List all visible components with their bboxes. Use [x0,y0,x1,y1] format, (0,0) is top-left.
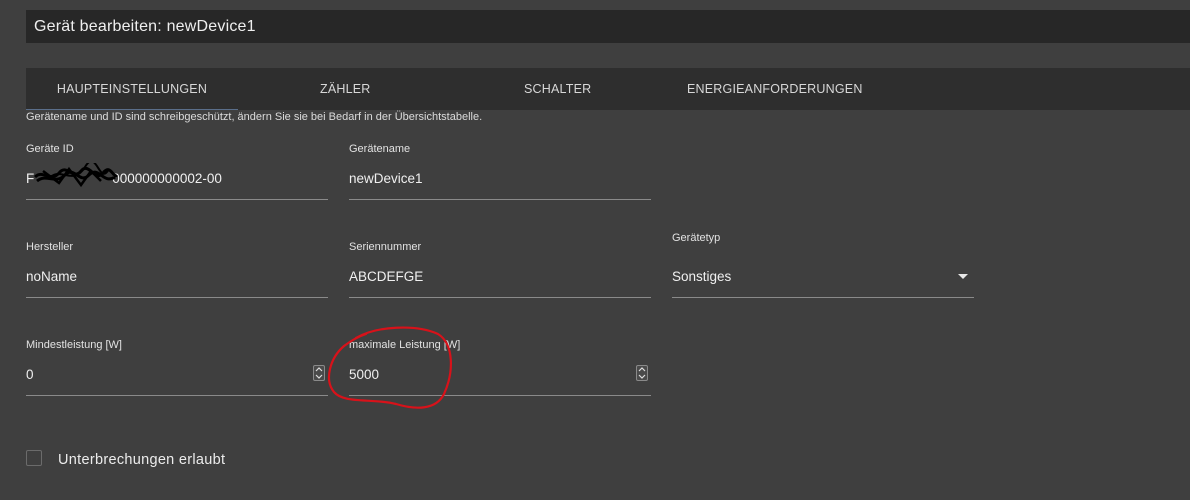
serial-number-label: Seriennummer [349,241,422,253]
device-name-underline [349,199,651,200]
device-name-value: newDevice1 [349,171,423,186]
tab-label: ZÄHLER [320,82,371,96]
readonly-hint: Gerätename und ID sind schreibgeschützt,… [26,111,483,123]
device-type-label: Gerätetyp [672,232,721,244]
max-power-label: maximale Leistung [W] [349,339,461,351]
tab-bar: HAUPTEINSTELLUNGEN ZÄHLER SCHALTER ENERG… [26,68,1190,110]
max-power-input[interactable]: 5000 [349,367,379,382]
device-id-underline [26,199,328,200]
device-id-label: Geräte ID [26,143,74,155]
device-type-value: Sonstiges [672,269,732,284]
device-type-underline [672,297,974,298]
device-name-field: Gerätename newDevice1 [349,142,651,202]
tab-label: HAUPTEINSTELLUNGEN [56,81,208,96]
manufacturer-field[interactable]: Hersteller noName [26,240,328,300]
redaction-scribble [33,163,119,188]
device-name-label: Gerätename [349,143,411,155]
serial-number-field[interactable]: Seriennummer ABCDEFGE [349,240,651,300]
manufacturer-input[interactable]: noName [26,269,77,284]
tab-schalter[interactable]: SCHALTER [524,68,591,110]
tab-energieanforderungen[interactable]: ENERGIEANFORDERUNGEN [687,68,863,110]
tab-label: ENERGIEANFORDERUNGEN [687,82,863,96]
device-id-value: F 000000000002-00 [26,163,222,188]
tab-label: SCHALTER [524,82,592,96]
max-power-stepper-icon[interactable] [636,365,648,381]
manufacturer-label: Hersteller [26,241,74,253]
device-id-suffix: 000000000002-00 [112,171,222,186]
max-power-underline [349,395,651,396]
min-power-input[interactable]: 0 [26,367,34,382]
dialog-title-text: Gerät bearbeiten: newDevice1 [34,17,256,35]
min-power-underline [26,395,328,396]
tab-haupteinstellungen[interactable]: HAUPTEINSTELLUNGEN [26,68,238,110]
max-power-field[interactable]: maximale Leistung [W] 5000 [349,338,651,398]
interruptions-checkbox[interactable] [26,450,42,466]
manufacturer-underline [26,297,328,298]
dropdown-caret-icon[interactable] [958,274,968,279]
interruptions-label[interactable]: Unterbrechungen erlaubt [58,452,225,468]
dialog-title: Gerät bearbeiten: newDevice1 [26,10,1190,43]
serial-number-input[interactable]: ABCDEFGE [349,269,423,284]
device-type-select[interactable]: Gerätetyp Sonstiges [672,231,974,299]
tab-zaehler[interactable]: ZÄHLER [320,68,371,110]
serial-number-underline [349,297,651,298]
device-id-field: Geräte ID F 000000000002-00 [26,142,328,202]
min-power-stepper-icon[interactable] [313,365,325,381]
min-power-field[interactable]: Mindestleistung [W] 0 [26,338,328,398]
min-power-label: Mindestleistung [W] [26,339,122,351]
